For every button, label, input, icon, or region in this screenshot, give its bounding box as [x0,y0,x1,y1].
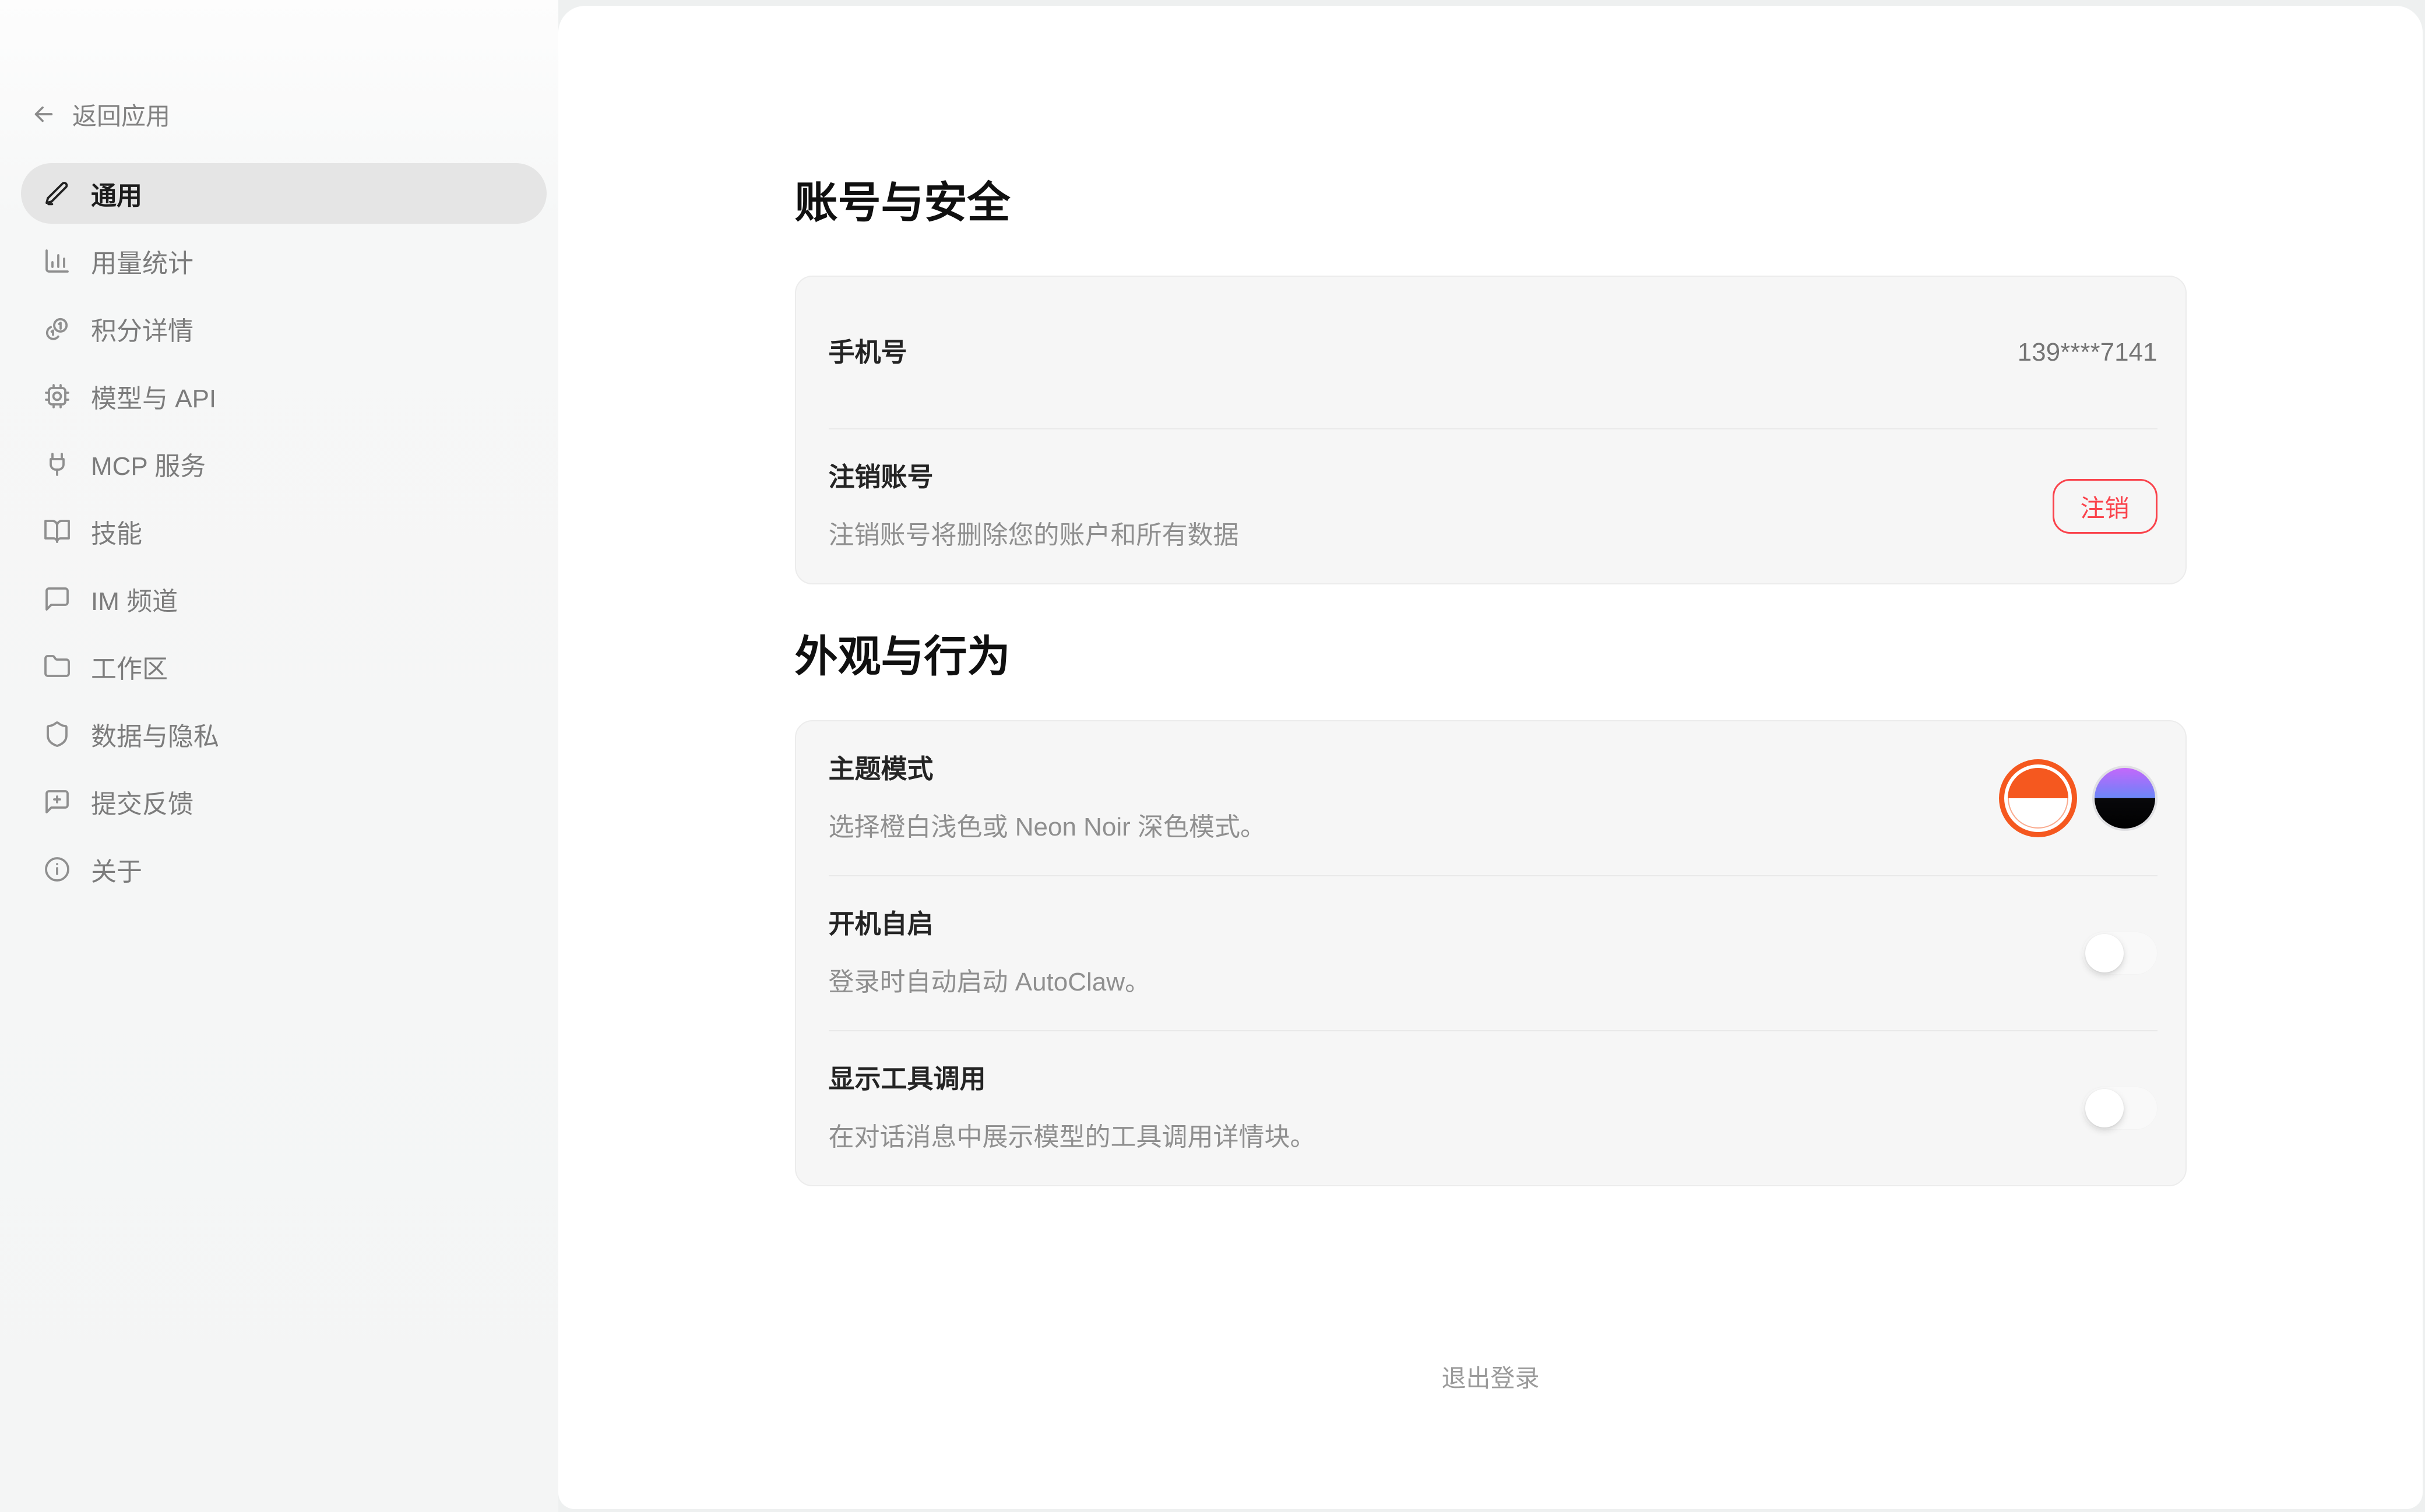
delete-account-button[interactable]: 注销 [2053,479,2157,534]
theme-mode-label: 主题模式 [829,752,1266,787]
sidebar-item-label: IM 频道 [91,580,178,618]
sidebar-item-feedback[interactable]: 提交反馈 [21,771,547,832]
back-button[interactable]: 返回应用 [21,98,547,131]
settings-sidebar: 返回应用 通用用量统计积分详情模型与 API MCP 服务技能 IM 频道工作区数据… [0,0,558,1512]
bar-chart-icon [43,247,71,275]
message-square-plus-icon [43,788,71,816]
info-icon [43,855,71,883]
sidebar-item-label: 用量统计 [91,242,193,280]
sidebar-item-data-privacy[interactable]: 数据与隐私 [21,704,547,764]
sidebar-item-models-api[interactable]: 模型与 API [21,366,547,427]
phone-number-label: 手机号 [829,335,907,370]
cpu-icon [43,382,71,410]
settings-content: 账号与安全 手机号 139****7141 注销账号 注销账号将删除您的账户和所… [795,6,2187,1396]
sidebar-item-workspace[interactable]: 工作区 [21,636,547,697]
theme-light-button[interactable] [1999,759,2077,837]
autostart-label: 开机自启 [829,907,1151,942]
phone-number-row: 手机号 139****7141 [829,277,2157,428]
sidebar-item-about[interactable]: 关于 [21,839,547,900]
theme-mode-text: 主题模式 选择橙白浅色或 Neon Noir 深色模式。 [829,752,1266,845]
logout-button[interactable]: 退出登录 [795,1361,2187,1396]
phone-number-value: 139****7141 [2018,338,2157,367]
message-square-icon [43,585,71,613]
account-security-card: 手机号 139****7141 注销账号 注销账号将删除您的账户和所有数据 注销 [795,276,2187,584]
sidebar-item-label: MCP 服务 [91,445,206,482]
show-tool-calls-toggle[interactable] [2082,1087,2157,1130]
settings-screen: 返回应用 通用用量统计积分详情模型与 API MCP 服务技能 IM 频道工作区数据… [0,0,2425,1512]
delete-account-text: 注销账号 注销账号将删除您的账户和所有数据 [829,460,1239,553]
show-tool-calls-description: 在对话消息中展示模型的工具调用详情块。 [829,1120,1316,1155]
plug-icon [43,450,71,478]
delete-account-row: 注销账号 注销账号将删除您的账户和所有数据 注销 [829,428,2157,583]
show-tool-calls-label: 显示工具调用 [829,1062,1316,1097]
appearance-behavior-card: 主题模式 选择橙白浅色或 Neon Noir 深色模式。 开机自启 登录时自动启… [795,720,2187,1186]
sidebar-item-im-channels[interactable]: IM 频道 [21,569,547,629]
arrow-left-icon [30,101,57,128]
autostart-text: 开机自启 登录时自动启动 AutoClaw。 [829,907,1151,1000]
sidebar-item-skills[interactable]: 技能 [21,501,547,562]
toggle-knob [2085,934,2124,972]
theme-light-swatch-icon [2008,768,2068,829]
coins-icon [43,315,71,343]
sidebar-item-label: 数据与隐私 [91,716,219,753]
theme-mode-row: 主题模式 选择橙白浅色或 Neon Noir 深色模式。 [829,721,2157,875]
sidebar-item-label: 工作区 [91,648,168,685]
delete-account-description: 注销账号将删除您的账户和所有数据 [829,518,1239,553]
section-title-account-security: 账号与安全 [795,168,2187,230]
theme-mode-description: 选择橙白浅色或 Neon Noir 深色模式。 [829,810,1266,845]
show-tool-calls-row: 显示工具调用 在对话消息中展示模型的工具调用详情块。 [829,1030,2157,1185]
sidebar-item-mcp-services[interactable]: MCP 服务 [21,433,547,494]
settings-panel: 账号与安全 手机号 139****7141 注销账号 注销账号将删除您的账户和所… [558,6,2423,1509]
autostart-row: 开机自启 登录时自动启动 AutoClaw。 [829,875,2157,1030]
toggle-knob [2085,1089,2124,1127]
sidebar-item-label: 关于 [91,851,142,888]
sidebar-item-usage-stats[interactable]: 用量统计 [21,231,547,291]
delete-account-label: 注销账号 [829,460,1239,495]
back-label: 返回应用 [72,97,170,132]
sidebar-item-label: 提交反馈 [91,783,193,820]
sidebar-item-credits[interactable]: 积分详情 [21,298,547,359]
sidebar-item-general[interactable]: 通用 [21,163,547,224]
sidebar-item-label: 通用 [91,175,142,212]
autostart-description: 登录时自动启动 AutoClaw。 [829,965,1151,1000]
show-tool-calls-text: 显示工具调用 在对话消息中展示模型的工具调用详情块。 [829,1062,1316,1155]
theme-picker [1999,759,2157,837]
sidebar-item-label: 技能 [91,513,142,550]
section-title-appearance-behavior: 外观与行为 [795,622,2187,684]
sidebar-item-label: 模型与 API [91,378,216,415]
shield-icon [43,720,71,748]
folder-icon [43,653,71,681]
pen-icon [43,179,71,207]
sidebar-nav: 通用用量统计积分详情模型与 API MCP 服务技能 IM 频道工作区数据与隐私提交… [21,163,547,900]
book-open-icon [43,517,71,545]
theme-dark-button[interactable] [2092,766,2157,831]
autostart-toggle[interactable] [2082,932,2157,975]
sidebar-item-label: 积分详情 [91,310,193,347]
